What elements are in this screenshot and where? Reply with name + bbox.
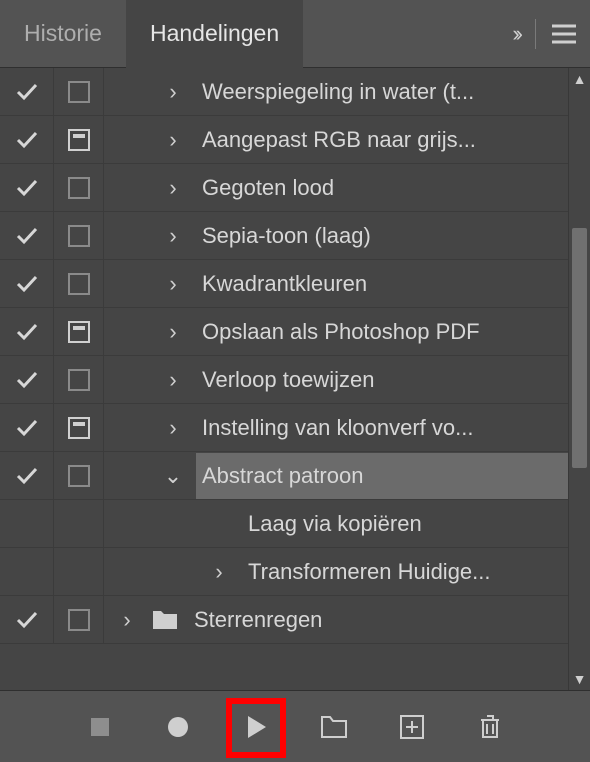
toggle-enabled[interactable] [0, 164, 54, 211]
action-row[interactable]: › Opslaan als Photoshop PDF [0, 308, 590, 356]
tab-history[interactable]: Historie [0, 0, 126, 68]
chevron-right-icon: › [169, 415, 176, 441]
dialog-empty-icon [68, 273, 90, 295]
scroll-up-icon[interactable]: ▲ [569, 68, 590, 90]
scrollbar[interactable]: ▲▼ [568, 68, 590, 690]
toggle-enabled[interactable] [0, 548, 54, 595]
new-set-button[interactable] [317, 710, 351, 744]
toggle-dialog[interactable] [54, 452, 104, 499]
disclosure-toggle[interactable]: › [150, 415, 196, 441]
disclosure-toggle[interactable]: › [150, 223, 196, 249]
toggle-dialog[interactable] [54, 212, 104, 259]
disclosure-toggle[interactable]: › [196, 559, 242, 585]
actions-list: › Weerspiegeling in water (t... › Aangepast… [0, 68, 590, 690]
toggle-dialog[interactable] [54, 356, 104, 403]
chevron-right-icon: › [169, 127, 176, 153]
chevron-right-icon: › [169, 271, 176, 297]
action-row[interactable]: ⌄ Abstract patroon [0, 452, 590, 500]
disclosure-toggle[interactable]: › [150, 79, 196, 105]
chevron-right-icon: › [123, 607, 130, 633]
disclosure-toggle[interactable]: › [150, 367, 196, 393]
action-label: Opslaan als Photoshop PDF [196, 319, 590, 345]
disclosure-toggle[interactable]: › [104, 607, 150, 633]
folder-icon [150, 610, 180, 630]
dialog-empty-icon [68, 465, 90, 487]
toggle-dialog[interactable] [54, 116, 104, 163]
record-button[interactable] [161, 710, 195, 744]
action-label: Sterrenregen [188, 607, 590, 633]
dialog-icon [68, 417, 90, 439]
chevron-right-icon: › [169, 319, 176, 345]
disclosure-toggle[interactable]: › [150, 127, 196, 153]
action-row[interactable]: › Transformeren Huidige... [0, 548, 590, 596]
dialog-empty-icon [68, 369, 90, 391]
disclosure-toggle[interactable]: › [150, 319, 196, 345]
toggle-dialog[interactable] [54, 68, 104, 115]
action-label: Gegoten lood [196, 175, 590, 201]
dialog-empty-icon [68, 609, 90, 631]
action-label: Aangepast RGB naar grijs... [196, 127, 590, 153]
footer-toolbar [0, 690, 590, 762]
action-row[interactable]: › Aangepast RGB naar grijs... [0, 116, 590, 164]
panel-menu-icon[interactable] [552, 24, 576, 44]
action-label: Weerspiegeling in water (t... [196, 79, 590, 105]
play-button[interactable] [239, 710, 273, 744]
collapse-icon[interactable]: ›› [512, 21, 519, 47]
toggle-enabled[interactable] [0, 68, 54, 115]
action-label: Kwadrantkleuren [196, 271, 590, 297]
action-label: Transformeren Huidige... [242, 559, 590, 585]
dialog-empty-icon [68, 81, 90, 103]
dialog-empty-icon [68, 225, 90, 247]
disclosure-toggle[interactable]: › [150, 271, 196, 297]
dialog-icon [68, 129, 90, 151]
action-row[interactable]: › Gegoten lood [0, 164, 590, 212]
separator [535, 19, 536, 49]
toggle-dialog[interactable] [54, 308, 104, 355]
toggle-enabled[interactable] [0, 356, 54, 403]
action-row[interactable]: Laag via kopiëren [0, 500, 590, 548]
toggle-dialog[interactable] [54, 548, 104, 595]
toggle-enabled[interactable] [0, 260, 54, 307]
dialog-icon [68, 321, 90, 343]
action-row[interactable]: › Weerspiegeling in water (t... [0, 68, 590, 116]
action-label: Verloop toewijzen [196, 367, 590, 393]
toggle-dialog[interactable] [54, 500, 104, 547]
tab-actions[interactable]: Handelingen [126, 0, 303, 68]
stop-button[interactable] [83, 710, 117, 744]
toggle-enabled[interactable] [0, 500, 54, 547]
toggle-enabled[interactable] [0, 116, 54, 163]
toggle-enabled[interactable] [0, 212, 54, 259]
action-row[interactable]: › Sterrenregen [0, 596, 590, 644]
chevron-right-icon: › [169, 79, 176, 105]
toggle-enabled[interactable] [0, 308, 54, 355]
chevron-right-icon: › [169, 175, 176, 201]
delete-button[interactable] [473, 710, 507, 744]
action-label: Instelling van kloonverf vo... [196, 415, 590, 441]
disclosure-toggle[interactable]: ⌄ [150, 463, 196, 489]
toggle-dialog[interactable] [54, 164, 104, 211]
dialog-empty-icon [68, 177, 90, 199]
toggle-dialog[interactable] [54, 260, 104, 307]
chevron-right-icon: › [169, 223, 176, 249]
action-row[interactable]: › Instelling van kloonverf vo... [0, 404, 590, 452]
toggle-dialog[interactable] [54, 404, 104, 451]
chevron-right-icon: › [169, 367, 176, 393]
action-row[interactable]: › Verloop toewijzen [0, 356, 590, 404]
toggle-dialog[interactable] [54, 596, 104, 643]
action-row[interactable]: › Sepia-toon (laag) [0, 212, 590, 260]
toggle-enabled[interactable] [0, 404, 54, 451]
scroll-down-icon[interactable]: ▼ [569, 668, 590, 690]
toggle-enabled[interactable] [0, 596, 54, 643]
scroll-thumb[interactable] [572, 228, 587, 468]
toggle-enabled[interactable] [0, 452, 54, 499]
action-label: Abstract patroon [196, 453, 590, 499]
panel-header: Historie Handelingen ›› [0, 0, 590, 68]
new-action-button[interactable] [395, 710, 429, 744]
chevron-right-icon: › [215, 559, 222, 585]
chevron-down-icon: ⌄ [164, 463, 182, 489]
action-label: Laag via kopiëren [242, 511, 590, 537]
action-label: Sepia-toon (laag) [196, 223, 590, 249]
action-row[interactable]: › Kwadrantkleuren [0, 260, 590, 308]
disclosure-toggle[interactable]: › [150, 175, 196, 201]
